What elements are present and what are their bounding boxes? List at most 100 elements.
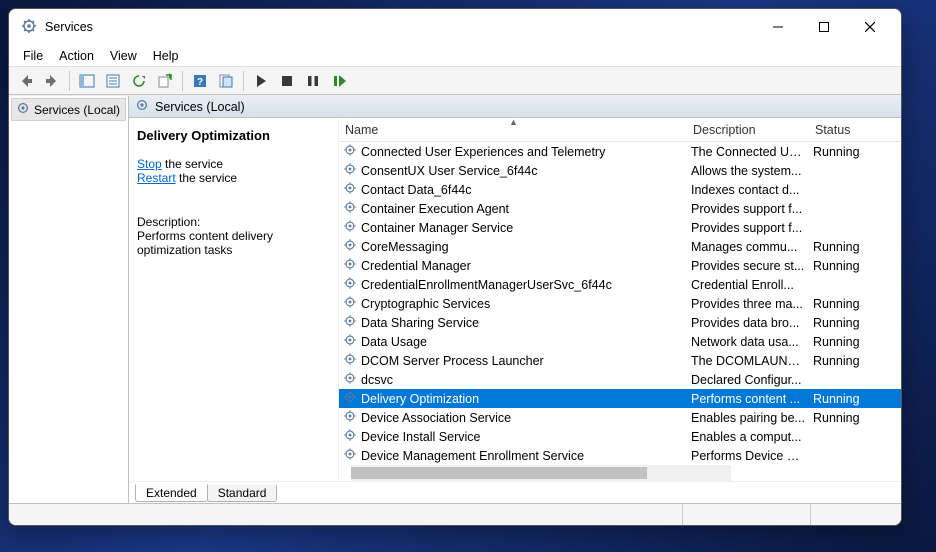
service-name-text: Data Sharing Service bbox=[361, 316, 479, 330]
gear-icon bbox=[343, 352, 357, 369]
service-row[interactable]: Data UsageNetwork data usa...Running bbox=[339, 332, 901, 351]
column-header-description[interactable]: Description bbox=[687, 118, 809, 141]
description-text: Performs content delivery optimization t… bbox=[137, 229, 330, 257]
service-name-text: Data Usage bbox=[361, 335, 427, 349]
nav-label: Services (Local) bbox=[34, 103, 120, 117]
menu-view[interactable]: View bbox=[102, 47, 145, 65]
service-desc-cell: Manages commu... bbox=[687, 240, 809, 254]
service-name-cell: Container Execution Agent bbox=[339, 200, 687, 217]
gear-icon bbox=[343, 219, 357, 236]
toolbar-separator bbox=[69, 71, 70, 91]
properties-button[interactable] bbox=[101, 70, 125, 92]
menu-file[interactable]: File bbox=[15, 47, 51, 65]
service-name-cell: Container Manager Service bbox=[339, 219, 687, 236]
gear-icon bbox=[343, 333, 357, 350]
service-row[interactable]: ConsentUX User Service_6f44cAllows the s… bbox=[339, 161, 901, 180]
service-status-cell: Running bbox=[809, 316, 879, 330]
gear-icon bbox=[343, 428, 357, 445]
service-name-cell: Connected User Experiences and Telemetry bbox=[339, 143, 687, 160]
help-topics-button[interactable] bbox=[214, 70, 238, 92]
gear-icon bbox=[343, 143, 357, 160]
service-name-text: Cryptographic Services bbox=[361, 297, 490, 311]
column-header-status[interactable]: Status bbox=[809, 118, 879, 141]
stop-service-link[interactable]: Stop bbox=[137, 157, 162, 171]
sort-indicator-icon: ▲ bbox=[509, 118, 518, 127]
maximize-button[interactable] bbox=[801, 12, 847, 42]
service-desc-cell: Performs Device E... bbox=[687, 449, 809, 463]
service-name-text: Container Manager Service bbox=[361, 221, 513, 235]
stop-service-button[interactable] bbox=[275, 70, 299, 92]
start-service-button[interactable] bbox=[249, 70, 273, 92]
service-row[interactable]: CredentialEnrollmentManagerUserSvc_6f44c… bbox=[339, 275, 901, 294]
nav-tree[interactable]: Services (Local) bbox=[9, 96, 129, 503]
restart-service-line: Restart the service bbox=[137, 171, 330, 185]
export-button[interactable] bbox=[153, 70, 177, 92]
service-name-text: Contact Data_6f44c bbox=[361, 183, 472, 197]
service-row[interactable]: Credential ManagerProvides secure st...R… bbox=[339, 256, 901, 275]
forward-button[interactable] bbox=[40, 70, 64, 92]
service-row[interactable]: dcsvcDeclared Configur... bbox=[339, 370, 901, 389]
service-desc-cell: Indexes contact d... bbox=[687, 183, 809, 197]
service-name-cell: Device Install Service bbox=[339, 428, 687, 445]
list-body[interactable]: Connected User Experiences and Telemetry… bbox=[339, 142, 901, 463]
pause-service-button[interactable] bbox=[301, 70, 325, 92]
service-row[interactable]: Cryptographic ServicesProvides three ma.… bbox=[339, 294, 901, 313]
service-name-cell: Cryptographic Services bbox=[339, 295, 687, 312]
service-name-cell: Device Management Enrollment Service bbox=[339, 447, 687, 463]
back-button[interactable] bbox=[14, 70, 38, 92]
selected-service-name: Delivery Optimization bbox=[137, 128, 330, 143]
service-desc-cell: Enables pairing be... bbox=[687, 411, 809, 425]
nav-services-local[interactable]: Services (Local) bbox=[11, 98, 126, 121]
service-row[interactable]: Contact Data_6f44c Indexes contact d... bbox=[339, 180, 901, 199]
menu-action[interactable]: Action bbox=[51, 47, 102, 65]
service-name-text: Credential Manager bbox=[361, 259, 471, 273]
statusbar-segment bbox=[9, 504, 683, 525]
service-row[interactable]: Data Sharing Service Provides data bro...… bbox=[339, 313, 901, 332]
service-row[interactable]: Container Manager ServiceProvides suppor… bbox=[339, 218, 901, 237]
service-row[interactable]: Delivery OptimizationPerforms content ..… bbox=[339, 389, 901, 408]
menu-help[interactable]: Help bbox=[145, 47, 187, 65]
service-row[interactable]: Device Install ServiceEnables a comput..… bbox=[339, 427, 901, 446]
tab-standard[interactable]: Standard bbox=[207, 485, 278, 502]
gear-icon bbox=[343, 409, 357, 426]
service-row[interactable]: Connected User Experiences and Telemetry… bbox=[339, 142, 901, 161]
service-row[interactable]: Container Execution AgentProvides suppor… bbox=[339, 199, 901, 218]
service-name-cell: DCOM Server Process Launcher bbox=[339, 352, 687, 369]
service-desc-cell: Provides secure st... bbox=[687, 259, 809, 273]
close-button[interactable] bbox=[847, 12, 893, 42]
service-row[interactable]: Device Association ServiceEnables pairin… bbox=[339, 408, 901, 427]
content-header: Services (Local) bbox=[129, 96, 901, 118]
statusbar-segment bbox=[683, 504, 811, 525]
tab-extended[interactable]: Extended bbox=[135, 484, 208, 502]
service-desc-cell: Provides data bro... bbox=[687, 316, 809, 330]
gear-icon bbox=[343, 295, 357, 312]
gear-icon bbox=[135, 98, 149, 115]
gear-icon bbox=[343, 314, 357, 331]
minimize-button[interactable] bbox=[755, 12, 801, 42]
service-status-cell: Running bbox=[809, 354, 879, 368]
gear-icon bbox=[343, 276, 357, 293]
description-label: Description: bbox=[137, 215, 330, 229]
service-name-text: Delivery Optimization bbox=[361, 392, 479, 406]
titlebar[interactable]: Services bbox=[9, 9, 901, 45]
help-button[interactable]: ? bbox=[188, 70, 212, 92]
gear-icon bbox=[343, 200, 357, 217]
view-tabs: Extended Standard bbox=[129, 481, 901, 503]
gear-icon bbox=[343, 371, 357, 388]
show-hide-tree-button[interactable] bbox=[75, 70, 99, 92]
service-name-cell: Data Usage bbox=[339, 333, 687, 350]
restart-service-link[interactable]: Restart bbox=[137, 171, 176, 185]
horizontal-scrollbar[interactable] bbox=[351, 465, 731, 481]
service-row[interactable]: CoreMessagingManages commu...Running bbox=[339, 237, 901, 256]
service-name-cell: Contact Data_6f44c bbox=[339, 181, 687, 198]
service-name-text: Container Execution Agent bbox=[361, 202, 509, 216]
column-headers: ▲ Name Description Status bbox=[339, 118, 901, 142]
content-title: Services (Local) bbox=[155, 100, 245, 114]
service-name-cell: dcsvc bbox=[339, 371, 687, 388]
refresh-button[interactable] bbox=[127, 70, 151, 92]
service-row[interactable]: Device Management Enrollment ServicePerf… bbox=[339, 446, 901, 463]
restart-service-button[interactable] bbox=[327, 70, 351, 92]
service-desc-cell: Enables a comput... bbox=[687, 430, 809, 444]
service-row[interactable]: DCOM Server Process LauncherThe DCOMLAUN… bbox=[339, 351, 901, 370]
scrollbar-thumb[interactable] bbox=[351, 467, 647, 479]
